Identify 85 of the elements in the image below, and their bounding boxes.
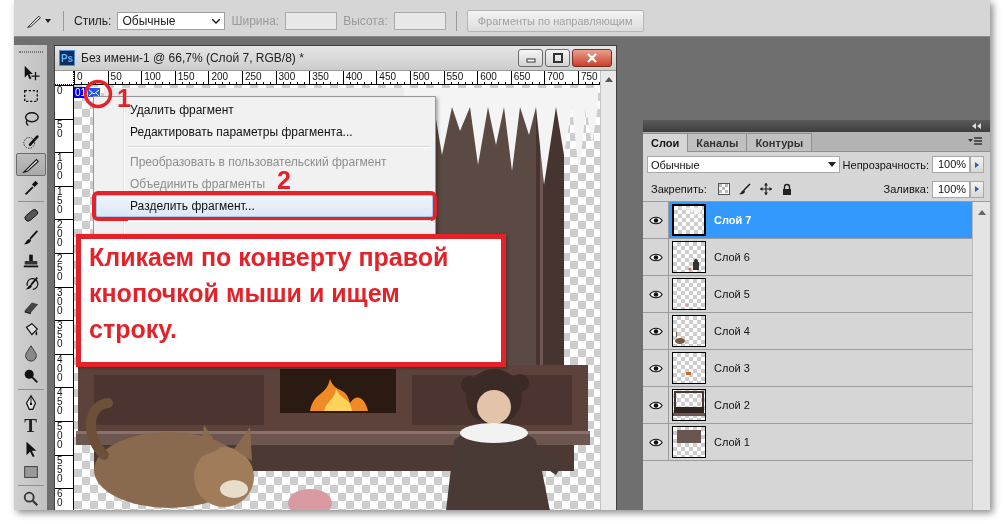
caret-icon: [45, 19, 51, 23]
minimize-button[interactable]: [518, 49, 543, 67]
move-arrows-icon[interactable]: [759, 183, 772, 195]
collapse-arrows-icon[interactable]: [972, 123, 982, 129]
scrollbar[interactable]: [600, 71, 616, 510]
chevron-down-icon: [212, 18, 221, 24]
slice-marker[interactable]: 01: [74, 87, 102, 98]
text-tool-button[interactable]: T: [15, 414, 46, 437]
lock-label: Закрепить:: [651, 183, 707, 195]
triangle-icon: [975, 186, 979, 192]
knife-icon: [26, 13, 42, 29]
visibility-toggle[interactable]: [643, 202, 669, 238]
ruler-label: 50: [57, 119, 63, 138]
scroll-up-icon[interactable]: [604, 77, 613, 82]
layer-thumbnail: [672, 204, 706, 236]
app-badge: Ps: [59, 50, 75, 66]
layer-row[interactable]: Слой 2: [643, 387, 972, 424]
brush-icon[interactable]: [738, 183, 751, 195]
layer-thumbnail: [672, 426, 706, 458]
ruler-label: 750: [577, 71, 600, 84]
maximize-icon: [552, 53, 563, 63]
ruler-label: 450: [57, 388, 63, 416]
ruler-label: 400: [57, 354, 63, 382]
layer-name: Слой 4: [714, 325, 750, 337]
ruler-label: 150: [57, 186, 63, 214]
opacity-field[interactable]: 100%: [932, 156, 970, 173]
layer-name: Слой 7: [714, 214, 752, 226]
style-label: Стиль:: [74, 14, 112, 28]
panel-tab[interactable]: Каналы: [688, 133, 748, 151]
scrollbar[interactable]: [972, 202, 990, 510]
layer-thumbnail: [672, 278, 706, 310]
fill-label: Заливка:: [883, 183, 929, 195]
tool-preset-picker[interactable]: [24, 13, 53, 29]
ruler-label: 550: [57, 455, 63, 483]
close-icon: [587, 53, 597, 63]
padlock-icon[interactable]: [780, 183, 793, 195]
layer-thumbnail: [672, 241, 706, 273]
fill-field[interactable]: 100%: [932, 180, 970, 198]
close-button[interactable]: [572, 49, 612, 67]
style-dropdown[interactable]: Обычные: [117, 12, 226, 30]
layer-name: Слой 5: [714, 288, 750, 300]
ruler-label: 250: [57, 253, 63, 281]
panel-tab[interactable]: Слои: [643, 133, 689, 152]
checkerboard-icon[interactable]: [717, 183, 730, 195]
step-number: 1: [117, 89, 131, 108]
opacity-slider-button[interactable]: [970, 156, 984, 173]
layer-name: Слой 3: [714, 362, 750, 374]
caret-icon: [827, 162, 836, 167]
dotted-circle-brush-icon: [21, 132, 40, 151]
window-title: Без имени-1 @ 66,7% (Слой 7, RGB/8) *: [81, 51, 305, 65]
panel-menu-icon[interactable]: [968, 137, 982, 146]
zoom-icon: [21, 489, 40, 508]
layer-thumbnail: [672, 389, 706, 421]
ruler-label: 500: [57, 421, 63, 449]
step-number: 2: [277, 171, 291, 190]
layer-row[interactable]: Слой 3: [643, 350, 972, 387]
layer-thumbnail: [672, 315, 706, 347]
fill-slider-button[interactable]: [970, 180, 984, 198]
panel-tab[interactable]: Контуры: [747, 133, 813, 151]
blend-mode-dropdown[interactable]: Обычные: [647, 156, 840, 173]
triangle-icon: [975, 161, 979, 168]
ruler-label: 60: [57, 489, 63, 508]
ruler-origin[interactable]: [55, 71, 74, 85]
menu-item[interactable]: Редактировать параметры фрагмента...: [96, 121, 357, 143]
layer-row[interactable]: Слой 4: [643, 313, 972, 350]
ruler-label: 0: [57, 86, 63, 95]
ruler-label: 200: [57, 220, 63, 248]
layer-row[interactable]: Слой 1: [643, 424, 972, 461]
callout-text: Кликаем по конверту правой кнопочкой мыши и ищем строку.: [89, 242, 450, 345]
size-label: Ширина:: [231, 14, 280, 28]
layer-row[interactable]: Слой 5: [643, 276, 972, 313]
size-label: Высота:: [343, 14, 388, 28]
layer-name: Слой 2: [714, 399, 750, 411]
maximize-button[interactable]: [545, 49, 570, 67]
layer-name: Слой 1: [714, 436, 750, 448]
ruler-label: 300: [57, 287, 63, 315]
slice-number: 01: [74, 87, 88, 98]
ruler-label: 100: [57, 153, 63, 181]
layer-row[interactable]: Слой 6: [643, 239, 972, 276]
tool-button[interactable]: [15, 153, 46, 176]
scroll-up-icon[interactable]: [977, 210, 986, 215]
layer-thumbnail: [672, 352, 706, 384]
opacity-label: Непрозрачность:: [842, 158, 929, 171]
layer-name: Слой 6: [714, 251, 750, 263]
ruler-label: 350: [57, 321, 63, 349]
